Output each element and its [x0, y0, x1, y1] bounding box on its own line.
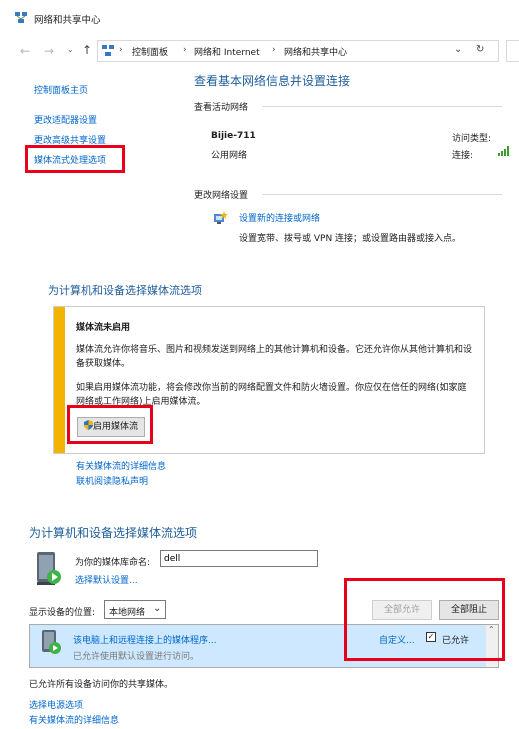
- nav-row: ← → ⌄ ↑ › 控制面板 › 网络和 Internet › 网络和共享中心 …: [0, 38, 519, 64]
- highlight-box-sidebar: [25, 145, 125, 173]
- breadcrumb-network-sharing-center[interactable]: 网络和共享中心: [284, 45, 347, 58]
- breadcrumb-chevron-icon: ›: [183, 45, 187, 55]
- highlight-box-enable-button: [67, 405, 153, 444]
- divider: [262, 106, 502, 107]
- network-type: 公用网络: [211, 151, 248, 161]
- media-more-info-link[interactable]: 有关媒体流的详细信息: [76, 459, 166, 472]
- new-connection-icon: [212, 210, 230, 226]
- media-box-title: 媒体流未启用: [76, 323, 131, 333]
- access-type-label: 访问类型:: [452, 134, 492, 144]
- media-options-title: 为计算机和设备选择媒体流选项: [29, 526, 198, 540]
- breadcrumb-network-internet[interactable]: 网络和 Internet: [194, 45, 260, 58]
- title-bar: 网络和共享中心: [0, 0, 519, 38]
- media-options-more-info-link[interactable]: 有关媒体流的详细信息: [29, 713, 119, 726]
- library-name-input[interactable]: [160, 550, 318, 567]
- network-name: Bijie-711: [211, 131, 256, 141]
- search-box[interactable]: [506, 40, 519, 62]
- address-location-icon: [102, 45, 114, 57]
- breadcrumb-control-panel[interactable]: 控制面板: [132, 45, 168, 58]
- network-center-icon: [14, 12, 28, 24]
- warning-bar: [54, 307, 65, 453]
- highlight-box-allow-block: [344, 578, 505, 661]
- active-networks-label: 查看活动网络: [194, 103, 249, 113]
- breadcrumb-chevron-icon: ›: [119, 45, 123, 55]
- media-library-icon: [33, 550, 63, 588]
- device-status: 已允许使用默认设置进行访问。: [73, 652, 200, 662]
- new-connection-description: 设置宽带、拨号或 VPN 连接；或设置路由器或接入点。: [239, 234, 462, 244]
- library-name-label: 为你的媒体库命名:: [75, 558, 151, 568]
- chevron-down-icon: ⌄: [153, 603, 162, 614]
- power-options-link[interactable]: 选择电源选项: [29, 698, 83, 711]
- media-box-paragraph-1: 媒体流允许你将音乐、图片和视频发送到网络上的其他计算机和设备。它还允许你从其他计…: [76, 345, 473, 369]
- forward-icon[interactable]: →: [44, 44, 54, 58]
- media-panel-title: 为计算机和设备选择媒体流选项: [48, 284, 202, 297]
- change-network-settings-label: 更改网络设置: [194, 191, 249, 201]
- show-devices-value: 本地网络: [109, 608, 146, 618]
- address-dropdown-icon[interactable]: ⌄: [454, 44, 462, 55]
- media-program-icon: [40, 629, 62, 657]
- new-connection-link[interactable]: 设置新的连接或网络: [239, 211, 320, 224]
- breadcrumb-chevron-icon: ›: [272, 45, 276, 55]
- device-name[interactable]: 该电脑上和远程连接上的媒体程序...: [73, 633, 217, 646]
- up-icon[interactable]: ↑: [82, 43, 92, 57]
- back-icon[interactable]: ←: [20, 44, 30, 58]
- page-title: 查看基本网络信息并设置连接: [194, 74, 351, 88]
- all-allowed-text: 已允许所有设备访问你的共享媒体。: [29, 680, 174, 690]
- address-bar[interactable]: › 控制面板 › 网络和 Internet › 网络和共享中心 ⌄ ↻: [97, 40, 499, 62]
- connection-label: 连接:: [452, 151, 474, 161]
- privacy-statement-link[interactable]: 联机阅读隐私声明: [76, 474, 148, 487]
- recent-dropdown-icon[interactable]: ⌄: [67, 45, 74, 54]
- choose-default-settings-link[interactable]: 选择默认设置...: [75, 573, 138, 586]
- refresh-icon[interactable]: ↻: [476, 44, 484, 55]
- window-title: 网络和共享中心: [34, 15, 101, 26]
- divider: [262, 194, 502, 195]
- show-devices-label: 显示设备的位置:: [29, 608, 96, 618]
- sidebar-item-control-panel-home[interactable]: 控制面板主页: [34, 83, 88, 96]
- sidebar-item-change-adapter-settings[interactable]: 更改适配器设置: [34, 113, 97, 126]
- show-devices-select[interactable]: 本地网络 ⌄: [104, 600, 166, 619]
- wifi-signal-icon[interactable]: [498, 146, 510, 156]
